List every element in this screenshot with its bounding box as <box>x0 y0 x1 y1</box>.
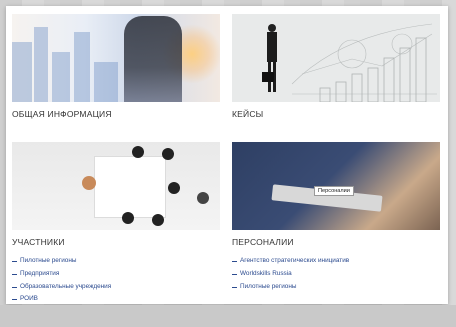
growth-graph-image[interactable] <box>232 14 440 102</box>
meeting-image[interactable] <box>12 142 220 230</box>
link-asi[interactable]: Агентство стратегических инициатив <box>232 255 440 268</box>
tablet-handshake-image[interactable]: Персоналии <box>232 142 440 230</box>
participants-links: Пилотные регионы Предприятия Образовател… <box>12 255 220 306</box>
card-cases[interactable]: КЕЙСЫ <box>232 14 440 119</box>
link-pilot-regions-2[interactable]: Пилотные регионы <box>232 281 440 294</box>
card-title[interactable]: УЧАСТНИКИ <box>12 237 220 247</box>
link-enterprises[interactable]: Предприятия <box>12 268 220 281</box>
image-tooltip: Персоналии <box>314 186 354 196</box>
card-title[interactable]: ОБЩАЯ ИНФОРМАЦИЯ <box>12 109 220 119</box>
card-participants[interactable]: УЧАСТНИКИ Пилотные регионы Предприятия О… <box>12 142 220 306</box>
content-panel: ОБЩАЯ ИНФОРМАЦИЯ КЕЙСЫ УЧАСТНИКИ Пилотны… <box>6 6 448 304</box>
link-educational-institutions[interactable]: Образовательные учреждения <box>12 281 220 294</box>
link-pilot-regions[interactable]: Пилотные регионы <box>12 255 220 268</box>
personalia-links: Агентство стратегических инициатив World… <box>232 255 440 293</box>
card-title[interactable]: ПЕРСОНАЛИИ <box>232 237 440 247</box>
card-general-info[interactable]: ОБЩАЯ ИНФОРМАЦИЯ <box>12 14 220 119</box>
city-businessman-image[interactable] <box>12 14 220 102</box>
link-worldskills[interactable]: Worldskills Russia <box>232 268 440 281</box>
card-personalia[interactable]: Персоналии ПЕРСОНАЛИИ Агентство стратеги… <box>232 142 440 293</box>
bottom-strip <box>0 305 456 327</box>
card-title[interactable]: КЕЙСЫ <box>232 109 440 119</box>
